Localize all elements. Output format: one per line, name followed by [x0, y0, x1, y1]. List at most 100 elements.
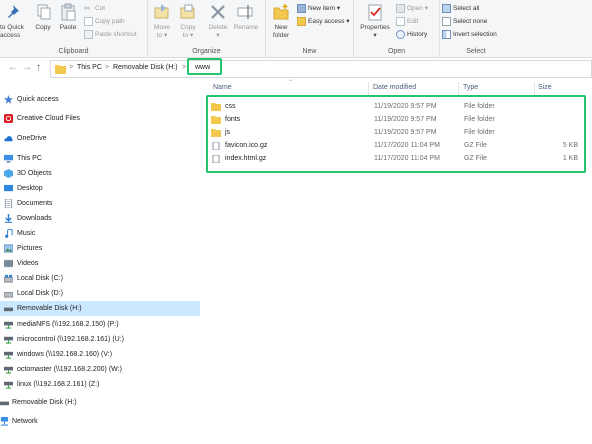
breadcrumb-this-pc[interactable]: This PC	[77, 64, 102, 71]
pin-icon	[8, 5, 19, 18]
nav-label: 3D Objects	[17, 170, 52, 177]
new-folder-icon	[273, 4, 289, 20]
nav-item-pictures[interactable]: Pictures	[0, 241, 200, 256]
nav-item-removable-disk-h[interactable]: Removable Disk (H:)	[0, 301, 200, 316]
network-drive-icon	[4, 336, 13, 344]
nav-item-this-pc[interactable]: This PC	[0, 151, 200, 166]
nav-label: linux (\\192.168.2.161) (Z:)	[17, 381, 100, 388]
nav-item-onedrive[interactable]: OneDrive	[0, 131, 200, 146]
nav-label: Videos	[17, 260, 39, 267]
nav-label: This PC	[17, 155, 42, 162]
open-button[interactable]: Open ▾	[396, 3, 428, 14]
open-label: Open ▾	[407, 5, 428, 12]
organize-group: Move to ▾ Copy to ▾ Delete ▾ Rename Orga…	[148, 0, 266, 58]
nav-item-3d-objects[interactable]: 3D Objects	[0, 166, 200, 181]
nav-label: Local Disk (C:)	[17, 275, 63, 282]
nav-item-downloads[interactable]: Downloads	[0, 211, 200, 226]
copy-to-button[interactable]: Copy to ▾	[176, 2, 200, 39]
easy-access-icon	[297, 16, 306, 26]
new-folder-button[interactable]: New folder	[268, 2, 294, 39]
nav-item-removable-disk-h-2[interactable]: Removable Disk (H:)	[0, 395, 200, 410]
nav-label: mediaNFS (\\192.168.2.150) (P:)	[17, 321, 119, 328]
nav-label: Desktop	[17, 185, 43, 192]
nav-item-local-disk-c[interactable]: Local Disk (C:)	[0, 271, 200, 286]
nav-label: octomaster (\\192.168.2.200) (W:)	[17, 366, 122, 373]
new-item-button[interactable]: New item ▾	[297, 3, 340, 14]
documents-icon	[4, 199, 13, 208]
rename-label: Rename	[233, 24, 259, 31]
network-drive-icon	[4, 321, 13, 329]
address-row: ← → ↑ > This PC > Removable Disk (H:) > …	[0, 58, 592, 80]
delete-button[interactable]: Delete ▾	[206, 2, 230, 39]
nav-label: Removable Disk (H:)	[12, 399, 77, 406]
copy-label: Copy	[35, 24, 51, 31]
sort-caret-icon: ⌃	[288, 80, 294, 86]
open-group: Properties ▾ Open ▾ Edit History Open	[354, 0, 440, 58]
nav-item-desktop[interactable]: Desktop	[0, 181, 200, 196]
disk-icon	[4, 274, 13, 283]
copy-path-button[interactable]: Copy path	[84, 16, 125, 27]
properties-caret: ▾	[373, 31, 377, 39]
move-to-icon	[154, 4, 169, 19]
nav-item-medianfs[interactable]: mediaNFS (\\192.168.2.150) (P:)	[0, 317, 200, 332]
column-divider[interactable]	[368, 82, 369, 96]
breadcrumb-separator: >	[105, 64, 110, 71]
nav-item-windows[interactable]: windows (\\192.168.2.160) (V:)	[0, 347, 200, 362]
easy-access-label: Easy access ▾	[308, 18, 350, 25]
new-item-icon	[297, 3, 306, 13]
rename-icon	[237, 5, 253, 19]
delete-x-icon	[211, 5, 225, 19]
cut-button[interactable]: ✂ Cut	[84, 3, 105, 14]
back-arrow-icon[interactable]: ←	[8, 62, 18, 73]
history-button[interactable]: History	[396, 29, 427, 40]
column-header-size[interactable]: Size	[538, 84, 552, 91]
copy-path-label: Copy path	[95, 18, 125, 25]
nav-item-videos[interactable]: Videos	[0, 256, 200, 271]
column-divider[interactable]	[534, 82, 535, 96]
nav-label: OneDrive	[17, 135, 47, 142]
properties-label: Properties	[360, 24, 390, 31]
paste-shortcut-button[interactable]: Paste shortcut	[84, 29, 137, 40]
invert-selection-button[interactable]: Invert selection	[442, 29, 497, 40]
folder-icon	[55, 65, 66, 74]
edit-button[interactable]: Edit	[396, 16, 418, 27]
nav-item-octomaster[interactable]: octomaster (\\192.168.2.200) (W:)	[0, 362, 200, 377]
select-all-icon	[442, 3, 451, 13]
invert-selection-icon	[442, 29, 451, 39]
copy-button[interactable]: Copy	[32, 2, 54, 32]
select-group: Select all Select none Invert selection …	[440, 0, 512, 58]
network-drive-icon	[4, 351, 13, 359]
rename-button[interactable]: Rename	[232, 2, 260, 32]
up-arrow-icon[interactable]: ↑	[36, 62, 41, 73]
copy-icon	[37, 4, 51, 20]
nav-item-local-disk-d[interactable]: Local Disk (D:)	[0, 286, 200, 301]
column-header-type[interactable]: Type	[463, 84, 478, 91]
breadcrumb-separator: >	[69, 64, 74, 71]
select-all-button[interactable]: Select all	[442, 3, 479, 14]
nav-item-microcontrol[interactable]: microcontrol (\\192.168.2.161) (U:)	[0, 332, 200, 347]
pin-to-quick-access-button[interactable]: to Quick access	[0, 2, 30, 39]
move-to-button[interactable]: Move to ▾	[150, 2, 174, 39]
new-item-label: New item ▾	[308, 5, 341, 12]
nav-item-music[interactable]: Music	[0, 226, 200, 241]
select-none-button[interactable]: Select none	[442, 16, 487, 27]
easy-access-button[interactable]: Easy access ▾	[297, 16, 350, 27]
nav-item-quick-access[interactable]: Quick access	[0, 92, 200, 107]
breadcrumb-removable-disk[interactable]: Removable Disk (H:)	[113, 64, 178, 71]
properties-button[interactable]: Properties ▾	[357, 2, 393, 39]
forward-arrow-icon[interactable]: →	[22, 62, 32, 73]
paste-button[interactable]: Paste	[57, 2, 79, 32]
column-header-date[interactable]: Date modified	[373, 84, 416, 91]
nav-item-documents[interactable]: Documents	[0, 196, 200, 211]
scissors-icon: ✂	[84, 3, 91, 13]
history-icon	[396, 29, 405, 39]
nav-item-creative-cloud[interactable]: Creative Cloud Files	[0, 111, 200, 126]
download-icon	[4, 214, 13, 223]
folder-highlight-box	[187, 58, 222, 75]
column-header-name[interactable]: Name	[213, 84, 232, 91]
nav-item-network[interactable]: Network	[0, 414, 200, 429]
address-bar[interactable]: > This PC > Removable Disk (H:) > www	[50, 60, 592, 78]
column-divider[interactable]	[458, 82, 459, 96]
nav-item-linux[interactable]: linux (\\192.168.2.161) (Z:)	[0, 377, 200, 392]
nav-label: Removable Disk (H:)	[17, 305, 82, 312]
